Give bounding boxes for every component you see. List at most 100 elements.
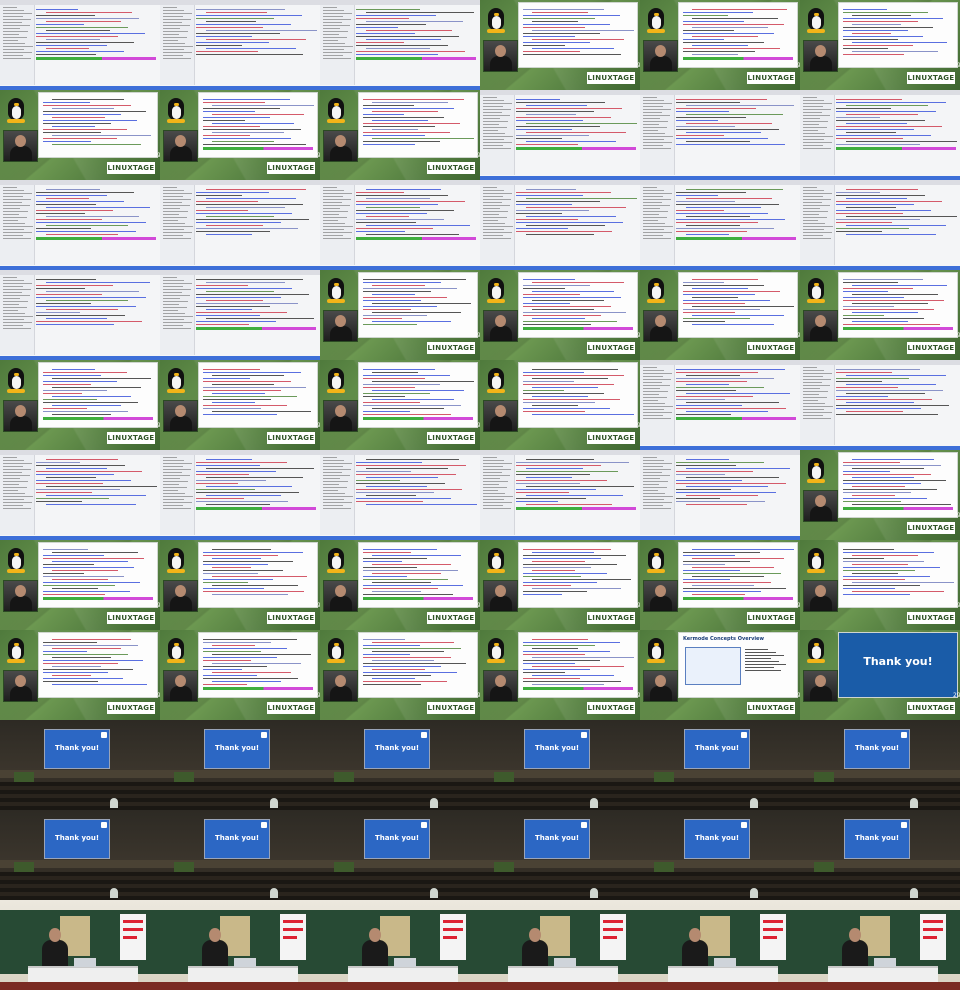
code-line [43,399,97,400]
code-line [51,144,141,145]
text-line [745,661,779,662]
brand-label: LINUXTAGE [107,162,155,174]
audience-seats [0,782,160,810]
thank-you-text: Thank you! [54,834,100,842]
audience-seats [640,872,800,900]
sidebar-line [323,493,346,494]
sidebar-line [163,34,179,35]
video-frame [0,900,160,990]
sidebar-line [483,115,510,116]
code-line [211,384,275,385]
tux-beak [654,643,659,646]
speaker-head [495,675,506,687]
video-frame: Thank you! [640,720,800,810]
sidebar-line [3,466,24,467]
progress-bar [676,417,796,420]
presentation-slide [678,542,798,608]
sidebar-line [323,475,350,476]
progress-bar [356,57,476,60]
progress-bar [203,147,313,150]
speaker-shirt [490,326,512,341]
tux-feet [7,389,25,393]
slide-content [43,367,153,423]
tux-feet [807,479,825,483]
code-line [36,297,147,298]
code-line [371,381,475,382]
sidebar-line [3,313,26,314]
tux-feet [327,659,345,663]
code-line [363,654,411,655]
code-line [843,558,884,559]
speaker-camera [163,130,198,162]
sidebar-line [323,496,354,497]
code-line [43,129,127,130]
code-line [523,660,600,661]
code-line [525,225,605,226]
speaker-head [335,315,346,327]
code-line [205,30,318,31]
poster-stripe [443,920,463,923]
code-line [365,459,460,460]
code-line [203,111,255,112]
sidebar-line [323,505,343,506]
video-frame: LINUXTAGE 29 [160,360,320,450]
sidebar-line [163,202,182,203]
code-line [356,51,466,52]
code-line [203,579,274,580]
audience-member [110,888,118,898]
sidebar-line [3,493,26,494]
code-line [843,21,918,22]
sidebar-line [3,286,24,287]
floor [640,982,800,990]
sidebar-line [323,199,351,200]
slide-content [363,367,475,423]
sidebar-line [803,385,830,386]
slide-content [523,547,633,603]
tux-feet [807,299,825,303]
code-line [203,387,307,388]
speaker-camera [323,310,358,342]
sidebar-line [163,325,183,326]
slide-number: 29 [153,692,160,699]
sidebar-line [3,307,27,308]
code-line [676,117,746,118]
sidebar-line [323,226,354,227]
speaker-camera [483,670,518,702]
code-line [845,375,947,376]
code-line [43,123,112,124]
code-line [36,33,146,34]
code-line [523,408,610,409]
thank-you-text: Thank you! [854,744,900,752]
code-line [43,390,107,391]
code-line [203,99,290,100]
code-line [676,390,736,391]
code-line [691,297,738,298]
code-line [851,477,915,478]
presentation-slide [838,452,958,518]
brand-label: LINUXTAGE [747,72,795,84]
sidebar-line [163,49,185,50]
video-frame [160,270,320,360]
tux-belly [652,556,661,569]
code-line [531,579,631,580]
presentation-slide [678,272,798,338]
floor [480,982,640,990]
sidebar-line [3,217,27,218]
code-line [203,582,249,583]
code-line [36,465,125,466]
sidebar-line [643,121,669,122]
progress-bar [203,687,313,690]
code-line [36,204,96,205]
tux-belly [12,556,21,569]
sidebar-line [643,385,670,386]
code-line [363,648,461,649]
code-line [836,135,931,136]
logo-mark [421,822,427,828]
code-line [363,144,415,145]
tux-beak [334,553,339,556]
slide-content [843,547,955,603]
code-line [51,675,92,676]
sidebar-line [483,502,512,503]
tux-belly [492,376,501,389]
code-line [36,480,131,481]
